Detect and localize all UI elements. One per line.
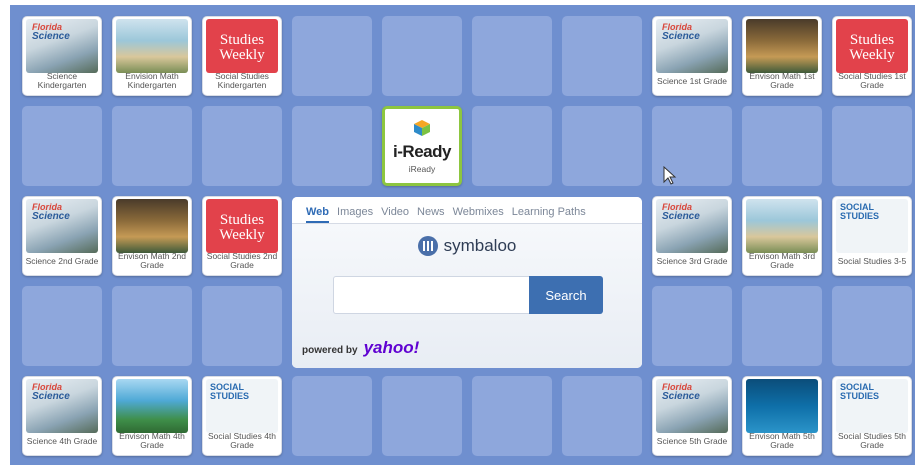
webmix-board: Florida Science Science Kindergarten Envi… [10, 5, 915, 465]
tile-social-studies-1st-grade[interactable]: Studies Weekly Social Studies 1st Grade [832, 16, 912, 96]
tile-envison-math-3rd-grade[interactable]: Envison Math 3rd Grade [742, 196, 822, 276]
search-button[interactable]: Search [529, 276, 603, 314]
book-cover-image [746, 379, 818, 433]
empty-tile[interactable] [562, 16, 642, 96]
book-cover-image: Florida Science [26, 19, 98, 73]
tile-social-studies-4th-grade[interactable]: SOCIAL STUDIES Social Studies 4th Grade [202, 376, 282, 456]
empty-tile[interactable] [562, 106, 642, 186]
book-cover-image: SOCIAL STUDIES [836, 379, 908, 433]
tile-label: Science 5th Grade [656, 435, 728, 446]
powered-by: powered by yahoo! [302, 338, 420, 357]
tile-envison-math-2nd-grade[interactable]: Envison Math 2nd Grade [112, 196, 192, 276]
tile-label: Social Studies 4th Grade [207, 431, 277, 450]
empty-tile[interactable] [472, 376, 552, 456]
empty-tile[interactable] [832, 106, 912, 186]
book-cover-image [116, 199, 188, 253]
tab-learning-paths[interactable]: Learning Paths [512, 206, 586, 223]
tile-science-3rd-grade[interactable]: Florida Science Science 3rd Grade [652, 196, 732, 276]
tile-envison-math-4th-grade[interactable]: Envison Math 4th Grade [112, 376, 192, 456]
tile-science-1st-grade[interactable]: Florida Science Science 1st Grade [652, 16, 732, 96]
studies-weekly-logo: Studies Weekly [206, 19, 278, 73]
tile-label: Social Studies 5th Grade [837, 431, 907, 450]
tile-label: Envision Math Kindergarten [125, 71, 179, 90]
studies-weekly-logo: Studies Weekly [206, 199, 278, 253]
empty-tile[interactable] [472, 16, 552, 96]
book-cover-image: Florida Science [656, 19, 728, 73]
book-cover-image [746, 19, 818, 73]
tile-label: Social Studies 3-5 [837, 255, 907, 266]
tile-envison-math-1st-grade[interactable]: Envison Math 1st Grade [742, 16, 822, 96]
book-cover-image [116, 379, 188, 433]
empty-tile[interactable] [292, 16, 372, 96]
tile-envison-math-5th-grade[interactable]: Envison Math 5th Grade [742, 376, 822, 456]
empty-tile[interactable] [472, 106, 552, 186]
tile-envision-math-kindergarten[interactable]: Envision Math Kindergarten [112, 16, 192, 96]
tab-images[interactable]: Images [337, 206, 373, 223]
symbaloo-logo-icon [417, 236, 438, 256]
tile-iready[interactable]: i-Ready iReady [382, 106, 462, 186]
tile-label: Science Kindergarten [37, 71, 87, 90]
tile-label: Envison Math 5th Grade [749, 431, 815, 450]
empty-tile[interactable] [112, 286, 192, 366]
tile-label: Social Studies Kindergarten [215, 71, 269, 90]
book-cover-image: SOCIAL STUDIES [836, 199, 908, 253]
iready-cube-icon [414, 120, 430, 136]
search-tabs: Web Images Video News Webmixes Learning … [292, 197, 642, 224]
mouse-cursor-icon [663, 166, 677, 185]
search-input[interactable] [333, 276, 529, 314]
book-cover-image: Florida Science [656, 379, 728, 433]
tile-label: iReady [408, 163, 436, 174]
iready-logo: i-Ready [388, 111, 456, 165]
empty-tile[interactable] [22, 106, 102, 186]
tile-social-studies-3-5[interactable]: SOCIAL STUDIES Social Studies 3-5 [832, 196, 912, 276]
studies-weekly-logo: Studies Weekly [836, 19, 908, 73]
empty-tile[interactable] [832, 286, 912, 366]
brand-name: symbaloo [443, 236, 517, 255]
tile-label: Social Studies 1st Grade [838, 71, 906, 90]
tile-science-kindergarten[interactable]: Florida Science Science Kindergarten [22, 16, 102, 96]
tab-news[interactable]: News [417, 206, 445, 223]
tab-webmixes[interactable]: Webmixes [453, 206, 504, 223]
empty-tile[interactable] [292, 106, 372, 186]
empty-tile[interactable] [742, 286, 822, 366]
tile-label: Envison Math 2nd Grade [117, 251, 187, 270]
book-cover-image [116, 19, 188, 73]
empty-tile[interactable] [202, 106, 282, 186]
tile-label: Science 2nd Grade [25, 255, 99, 266]
tile-label: Envison Math 4th Grade [119, 431, 185, 450]
tile-science-2nd-grade[interactable]: Florida Science Science 2nd Grade [22, 196, 102, 276]
tab-video[interactable]: Video [381, 206, 409, 223]
tile-label: Science 1st Grade [657, 75, 727, 86]
book-cover-image: Florida Science [656, 199, 728, 253]
tile-label: Envison Math 1st Grade [749, 71, 815, 90]
empty-tile[interactable] [112, 106, 192, 186]
tile-label: Social Studies 2nd Grade [206, 251, 278, 270]
tile-label: Science 3rd Grade [656, 255, 728, 266]
empty-tile[interactable] [202, 286, 282, 366]
tab-web[interactable]: Web [306, 206, 330, 223]
empty-tile[interactable] [562, 376, 642, 456]
empty-tile[interactable] [742, 106, 822, 186]
symbaloo-brand: symbaloo [292, 236, 642, 256]
empty-tile[interactable] [382, 16, 462, 96]
tile-label: Science 4th Grade [26, 435, 98, 446]
tile-social-studies-5th-grade[interactable]: SOCIAL STUDIES Social Studies 5th Grade [832, 376, 912, 456]
empty-tile[interactable] [22, 286, 102, 366]
tile-label: Envison Math 3rd Grade [748, 251, 816, 270]
book-cover-image: Florida Science [26, 199, 98, 253]
book-cover-image [746, 199, 818, 253]
book-cover-image: SOCIAL STUDIES [206, 379, 278, 433]
tile-science-4th-grade[interactable]: Florida Science Science 4th Grade [22, 376, 102, 456]
yahoo-logo: yahoo! [363, 338, 420, 357]
empty-tile[interactable] [652, 286, 732, 366]
tile-social-studies-kindergarten[interactable]: Studies Weekly Social Studies Kindergart… [202, 16, 282, 96]
empty-tile[interactable] [382, 376, 462, 456]
tile-science-5th-grade[interactable]: Florida Science Science 5th Grade [652, 376, 732, 456]
empty-tile[interactable] [292, 376, 372, 456]
tile-social-studies-2nd-grade[interactable]: Studies Weekly Social Studies 2nd Grade [202, 196, 282, 276]
book-cover-image: Florida Science [26, 379, 98, 433]
search-widget: Web Images Video News Webmixes Learning … [292, 197, 642, 368]
